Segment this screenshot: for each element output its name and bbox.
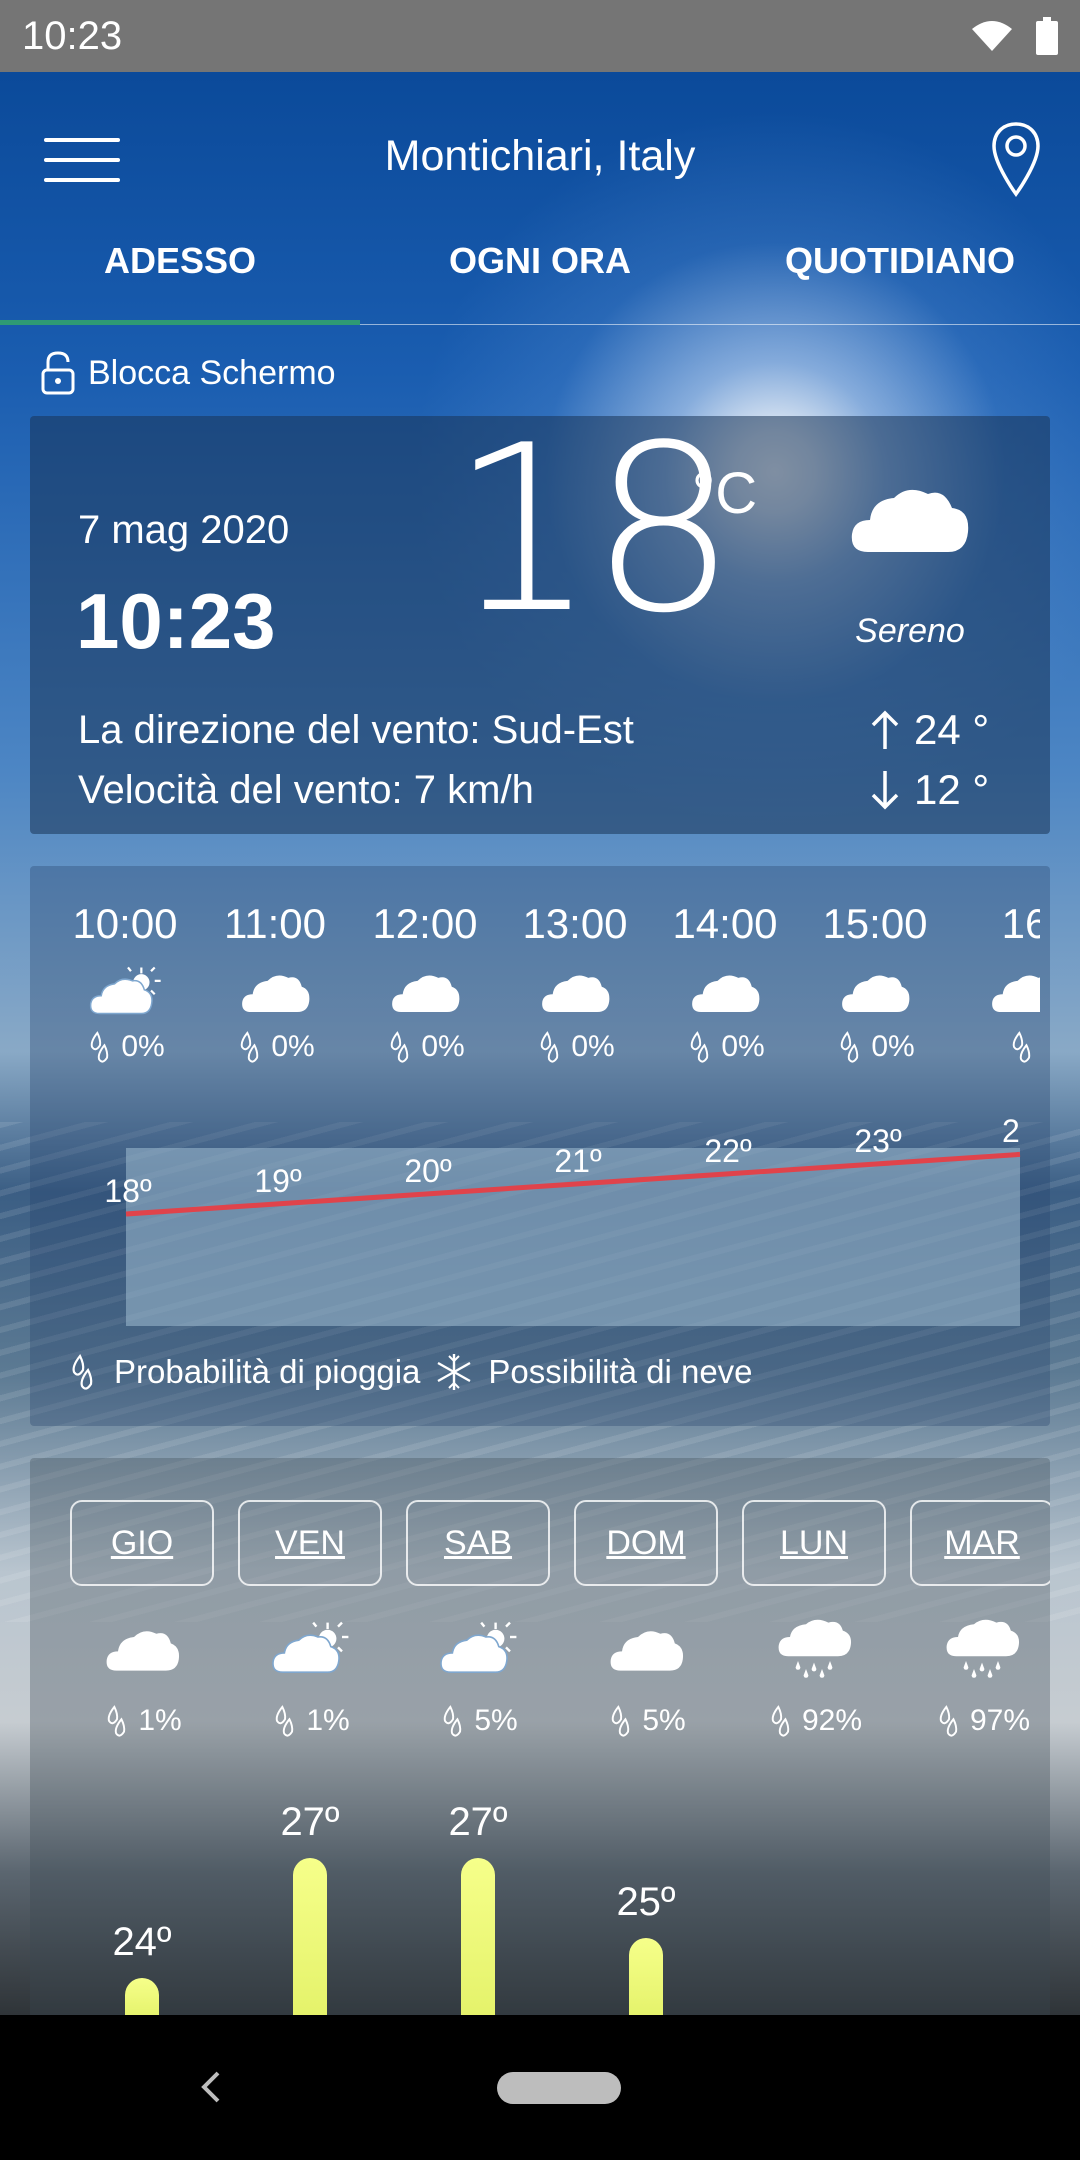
status-bar: 10:23 bbox=[0, 0, 1080, 72]
low-temperature: 12 ° bbox=[870, 766, 1030, 814]
arrow-down-icon bbox=[871, 771, 899, 810]
daily-temp-bar bbox=[461, 1858, 495, 2020]
arrow-up-icon bbox=[871, 710, 899, 749]
partly-sunny-icon bbox=[440, 1621, 517, 1673]
temperature-point-label: 23º bbox=[854, 1123, 902, 1159]
rain-drops-icon bbox=[612, 1705, 630, 1737]
temperature-point-label: 18º bbox=[104, 1173, 152, 1209]
day-button[interactable]: MAR bbox=[910, 1500, 1050, 1586]
day-precipitation: 92% bbox=[742, 1702, 886, 1740]
rain-drops-icon bbox=[939, 1705, 958, 1737]
day-item: GIO 1% bbox=[70, 1500, 214, 1740]
day-button[interactable]: DOM bbox=[574, 1500, 718, 1586]
legend-rain: Probabilità di pioggia bbox=[114, 1353, 421, 1390]
daily-forecast-card: GIO 1% 24º VEN 1% 27º SAB 5% 27º DOM 5% 25º LUN 92% MA… bbox=[30, 1458, 1050, 2020]
day-item: VEN 1% bbox=[238, 1500, 382, 1740]
tab-quotidiano[interactable]: QUOTIDIANO bbox=[720, 218, 1080, 324]
hourly-temperature-chart: 18º 19º 20º 21º 22º 23º 2 bbox=[104, 1113, 1021, 1217]
tab-adesso[interactable]: ADESSO bbox=[0, 218, 360, 325]
hourly-forecast-card: 10:00 0% 11:00 0% 12:00 0% 13:00 0% 14:00 0% 15:00… bbox=[30, 866, 1050, 1426]
daily-temp-label: 25º bbox=[616, 1880, 676, 1924]
cloud-icon bbox=[106, 1631, 180, 1671]
current-date: 7 mag 2020 bbox=[78, 508, 290, 552]
temperature-point-label: 22º bbox=[704, 1133, 752, 1169]
back-icon[interactable] bbox=[192, 2067, 232, 2107]
temperature-unit: °C bbox=[692, 461, 758, 526]
day-item: LUN 92% bbox=[742, 1500, 886, 1740]
tab-bar: ADESSO OGNI ORA QUOTIDIANO bbox=[0, 218, 1080, 325]
legend-snow: Possibilità di neve bbox=[488, 1353, 753, 1390]
unlock-icon bbox=[41, 351, 75, 395]
day-precipitation: 1% bbox=[238, 1702, 382, 1740]
location-title: Montichiari, Italy bbox=[384, 132, 696, 180]
status-time: 10:23 bbox=[22, 13, 123, 58]
wind-speed: Velocità del vento: 7 km/h bbox=[78, 768, 534, 812]
daily-temp-label: 27º bbox=[448, 1800, 508, 1844]
high-temperature: 24 ° bbox=[870, 706, 1030, 754]
temperature-point-label: 20º bbox=[404, 1153, 452, 1189]
day-button[interactable]: LUN bbox=[742, 1500, 886, 1586]
current-temperature: 18 bbox=[450, 397, 737, 664]
chart-legend: Probabilità di pioggia Possibilità di ne… bbox=[66, 1352, 753, 1392]
wifi-icon bbox=[972, 21, 1012, 51]
lock-screen-label: Blocca Schermo bbox=[88, 353, 336, 392]
rain-drops-icon bbox=[444, 1705, 462, 1737]
menu-button[interactable] bbox=[44, 132, 124, 194]
cloud-icon bbox=[851, 489, 969, 552]
current-time: 10:23 bbox=[76, 577, 276, 665]
lock-screen-toggle[interactable]: Blocca Schermo bbox=[40, 350, 336, 396]
day-item: DOM 5% bbox=[574, 1500, 718, 1740]
temperature-point-label: 19º bbox=[254, 1163, 302, 1199]
daily-list[interactable]: GIO 1% 24º VEN 1% 27º SAB 5% 27º DOM 5% 25º LUN 92% MA… bbox=[70, 1500, 1050, 2020]
rain-drops-icon bbox=[771, 1705, 790, 1737]
daily-temp-bar bbox=[125, 1978, 159, 2020]
wind-direction: La direzione del vento: Sud-Est bbox=[78, 708, 634, 752]
rain-drops-icon bbox=[108, 1705, 126, 1737]
day-precipitation: 5% bbox=[406, 1702, 550, 1740]
day-item: SAB 5% bbox=[406, 1500, 550, 1740]
day-precipitation: 97% bbox=[910, 1702, 1050, 1740]
temperature-point-label: 2 bbox=[1002, 1113, 1020, 1149]
day-item: MAR 97% bbox=[910, 1500, 1050, 1740]
rain-cloud-icon bbox=[946, 1619, 1020, 1678]
partly-sunny-icon bbox=[272, 1621, 349, 1673]
rain-cloud-icon bbox=[778, 1619, 852, 1678]
daily-temp-label: 24º bbox=[112, 1920, 172, 1964]
day-precipitation: 5% bbox=[574, 1702, 718, 1740]
condition-label: Sereno bbox=[855, 612, 965, 650]
rain-drops-icon bbox=[276, 1705, 294, 1737]
day-button[interactable]: SAB bbox=[406, 1500, 550, 1586]
temperature-point-label: 21º bbox=[554, 1143, 602, 1179]
cloud-icon bbox=[610, 1631, 684, 1671]
tab-ogni-ora[interactable]: OGNI ORA bbox=[360, 218, 720, 324]
day-precipitation: 1% bbox=[70, 1702, 214, 1740]
day-button[interactable]: VEN bbox=[238, 1500, 382, 1586]
home-pill[interactable] bbox=[497, 2072, 621, 2104]
rain-drops-icon bbox=[72, 1353, 93, 1390]
battery-icon bbox=[1036, 17, 1058, 55]
daily-temp-bar bbox=[629, 1938, 663, 2020]
daily-temp-label: 27º bbox=[280, 1800, 340, 1844]
current-weather-card: 7 mag 2020 10:23 18 °C Sereno La direzio… bbox=[30, 416, 1050, 834]
daily-temp-bar bbox=[293, 1858, 327, 2020]
snowflake-icon bbox=[437, 1354, 471, 1390]
location-pin-icon[interactable] bbox=[990, 120, 1042, 200]
system-nav-bar bbox=[0, 2015, 1080, 2160]
day-button[interactable]: GIO bbox=[70, 1500, 214, 1586]
